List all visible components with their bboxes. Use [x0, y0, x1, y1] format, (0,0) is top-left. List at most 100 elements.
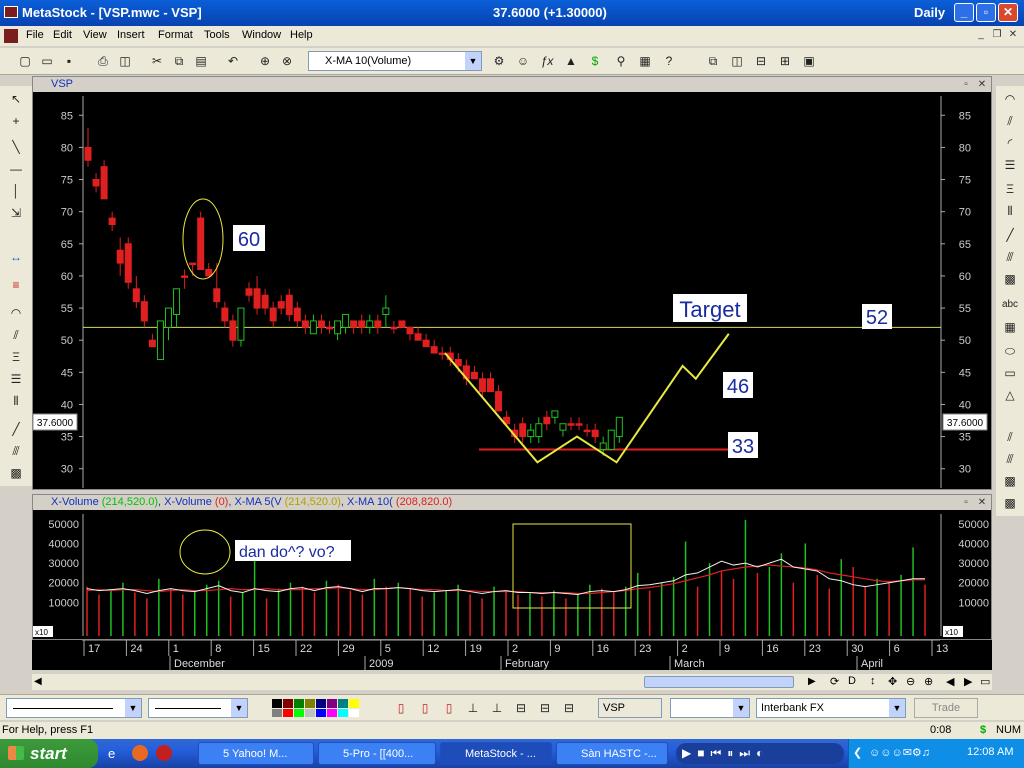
open-icon[interactable]: ▭ — [38, 52, 56, 70]
vertical-line-icon[interactable]: │ — [6, 182, 26, 200]
ellipse-tool-icon[interactable]: ⬭ — [1000, 342, 1020, 360]
menu-edit[interactable]: Edit — [53, 29, 72, 41]
color-palette[interactable] — [272, 699, 359, 717]
tray-arrow-icon[interactable]: ❮ — [853, 746, 862, 759]
chevron-down-icon[interactable]: ▼ — [889, 699, 905, 717]
fibonacci-icon[interactable]: Ξ — [6, 348, 26, 366]
trade-button[interactable]: Trade — [914, 698, 978, 718]
mdi-minimize-icon[interactable]: _ — [974, 28, 988, 42]
chevron-down-icon[interactable]: ▼ — [733, 699, 749, 717]
time-zones-icon[interactable]: ⦀ — [6, 392, 26, 410]
task-hastc[interactable]: Sàn HASTC -... — [556, 742, 668, 765]
style-2-icon[interactable]: ▯ — [416, 699, 434, 717]
fibo-arc-icon[interactable]: ☰ — [1000, 156, 1020, 174]
volume-chart[interactable]: 10000 10000 20000 20000 30000 30000 40000 40000… — [33, 510, 991, 640]
tirone-icon[interactable]: ▩ — [1000, 494, 1020, 512]
style-3-icon[interactable]: ▯ — [440, 699, 458, 717]
align-2-icon[interactable]: ⊥ — [488, 699, 506, 717]
label-60[interactable]: 60 — [238, 229, 260, 251]
menu-view[interactable]: View — [83, 29, 107, 41]
text-tool-icon[interactable]: abc — [1000, 296, 1020, 314]
scroll-left-icon[interactable]: ◀ — [34, 676, 42, 687]
line-weight-combo[interactable]: ▼ — [148, 698, 248, 718]
firefox-icon[interactable] — [132, 745, 148, 761]
crosshair-tool-icon[interactable]: + — [6, 112, 26, 130]
undo-icon[interactable]: ↶ — [224, 52, 242, 70]
scroll-right-icon[interactable]: ▶ — [808, 676, 816, 687]
cascade-icon[interactable]: ⧉ — [704, 52, 722, 70]
gann-grid-icon[interactable]: ▩ — [6, 464, 26, 482]
minimize-button[interactable]: _ — [954, 3, 974, 22]
label-46[interactable]: 46 — [727, 376, 749, 398]
chevron-down-icon[interactable]: ▼ — [231, 699, 247, 717]
fan-lines-icon[interactable]: ⫻ — [1000, 248, 1020, 266]
system-tester-icon[interactable]: ▲ — [562, 52, 580, 70]
arc-icon[interactable]: ◠ — [6, 304, 26, 322]
page-icon[interactable]: ▭ — [980, 675, 990, 688]
cut-icon[interactable]: ✂ — [148, 52, 166, 70]
doc-icon[interactable] — [4, 29, 18, 43]
horizontal-line-icon[interactable]: — — [6, 160, 26, 178]
new-icon[interactable]: ▢ — [16, 52, 34, 70]
chart-close-icon[interactable]: ✕ — [975, 78, 989, 92]
menu-format[interactable]: Format — [158, 29, 193, 41]
gann-fan-icon[interactable]: ⫻ — [6, 442, 26, 460]
triangle-tool-icon[interactable]: △ — [1000, 386, 1020, 404]
zoom-out-icon[interactable]: ⊖ — [906, 675, 915, 688]
print-icon[interactable]: ⎙ — [94, 52, 112, 70]
tile-horizontal-icon[interactable]: ⊟ — [752, 52, 770, 70]
menu-tools[interactable]: Tools — [204, 29, 230, 41]
chevron-down-icon[interactable]: ▼ — [125, 699, 141, 717]
line-style-combo[interactable]: ▼ — [6, 698, 142, 718]
task-yahoo[interactable]: 5 Yahoo! M... — [198, 742, 314, 765]
tray-icons[interactable]: ☺☺☺✉⚙♫ — [869, 746, 930, 759]
paste-icon[interactable]: ▤ — [192, 52, 210, 70]
line-tool-icon[interactable]: ╱ — [1000, 226, 1020, 244]
zoom-icon[interactable]: ⊗ — [278, 52, 296, 70]
chart-maximize-icon[interactable]: ▫ — [959, 78, 973, 92]
expert-icon[interactable]: ⚙ — [490, 52, 508, 70]
volume-note[interactable]: dan do^? vo? — [239, 544, 335, 561]
expand-v-icon[interactable]: ↕ — [870, 675, 876, 687]
close-button[interactable]: ✕ — [998, 3, 1018, 22]
maximize-button[interactable]: ▫ — [976, 3, 996, 22]
task-5pro[interactable]: 5-Pro - [[400... — [318, 742, 436, 765]
trendline-icon[interactable]: ╲ — [6, 138, 26, 156]
menu-file[interactable]: File — [26, 29, 44, 41]
media-player-controls[interactable]: ▶■⏮⏸⏭◐ — [676, 743, 844, 764]
table-tool-icon[interactable]: ▦ — [1000, 318, 1020, 336]
andrews-fork-icon[interactable]: ⫽ — [1000, 428, 1020, 446]
volume-highlight-ellipse[interactable] — [179, 529, 231, 575]
arc-tool-icon[interactable]: ◠ — [1000, 90, 1020, 108]
fibo-fan-icon[interactable]: Ξ — [1000, 180, 1020, 198]
dollar-icon[interactable]: $ — [586, 52, 604, 70]
channel-icon[interactable]: ≡ — [6, 276, 26, 294]
scroll-thumb[interactable] — [644, 676, 794, 688]
crosshair-icon[interactable]: ⊕ — [256, 52, 274, 70]
label-52[interactable]: 52 — [866, 307, 888, 329]
tile-vertical-icon[interactable]: ◫ — [728, 52, 746, 70]
ie-icon[interactable]: e — [108, 746, 115, 761]
quadrant-icon[interactable]: ▩ — [1000, 472, 1020, 490]
explorer-icon[interactable]: ⚲ — [612, 52, 630, 70]
label-33[interactable]: 33 — [732, 436, 754, 458]
ma10-line[interactable] — [86, 564, 926, 595]
align-5-icon[interactable]: ⊟ — [560, 699, 578, 717]
fan-icon[interactable]: ⫽ — [6, 326, 26, 344]
source-combo[interactable]: Interbank FX ▼ — [756, 698, 906, 718]
move-icon[interactable]: ✥ — [888, 675, 897, 688]
volume-maximize-icon[interactable]: ▫ — [959, 496, 973, 510]
mdi-restore-icon[interactable]: ❐ — [990, 28, 1004, 42]
save-icon[interactable]: ▪ — [60, 52, 78, 70]
opera-icon[interactable] — [156, 745, 172, 761]
cycle-line-icon[interactable]: ⇲ — [6, 204, 26, 222]
retracement-icon[interactable]: ☰ — [6, 370, 26, 388]
copy-icon[interactable]: ⧉ — [170, 52, 188, 70]
start-button[interactable]: start — [0, 739, 98, 768]
regression-icon[interactable]: ⫻ — [1000, 450, 1020, 468]
menu-insert[interactable]: Insert — [117, 29, 145, 41]
price-chart[interactable]: 30 30 35 35 40 40 45 45 50 50 55 55 60 60 65 65 70 70 75 75… — [33, 92, 991, 490]
prev-icon[interactable]: ◀ — [946, 675, 954, 688]
security-combo[interactable]: ▼ — [670, 698, 750, 718]
layout-icon[interactable]: ▣ — [800, 52, 818, 70]
